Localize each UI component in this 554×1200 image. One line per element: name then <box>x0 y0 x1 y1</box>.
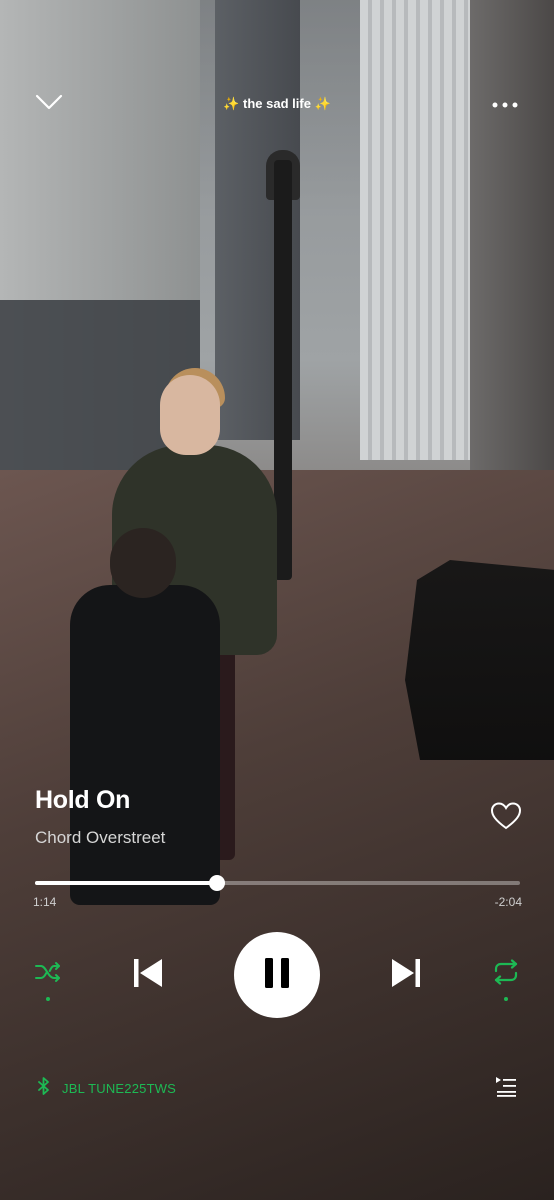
pause-button[interactable] <box>234 932 320 1018</box>
track-artist[interactable]: Chord Overstreet <box>35 828 165 848</box>
progress-fill <box>35 881 218 885</box>
repeat-icon <box>491 958 521 990</box>
track-title[interactable]: Hold On <box>35 786 130 815</box>
playlist-title[interactable]: ✨ the sad life ✨ <box>0 96 554 112</box>
device-name: JBL TUNE225TWS <box>62 1081 177 1096</box>
repeat-button[interactable] <box>491 958 521 990</box>
background-person <box>160 375 220 455</box>
like-heart-icon[interactable] <box>490 801 522 831</box>
background-building <box>360 0 480 460</box>
progress-bar[interactable] <box>35 875 520 891</box>
now-playing-screen: ✨ the sad life ✨ Hold On Chord Overstree… <box>0 0 554 1200</box>
repeat-active-dot <box>504 997 508 1001</box>
background-person <box>110 528 176 598</box>
next-track-button[interactable] <box>388 955 424 995</box>
skip-back-icon <box>131 956 165 995</box>
shuffle-active-dot <box>46 997 50 1001</box>
background-chairs <box>405 560 554 760</box>
bluetooth-icon <box>38 1077 50 1100</box>
shuffle-button[interactable] <box>34 960 62 988</box>
remaining-time: -2:04 <box>494 895 522 909</box>
previous-track-button[interactable] <box>130 955 166 995</box>
elapsed-time: 1:14 <box>33 895 57 909</box>
queue-list-icon[interactable] <box>495 1075 517 1097</box>
connected-device[interactable]: JBL TUNE225TWS <box>38 1077 176 1100</box>
shuffle-icon <box>34 960 62 989</box>
background-person <box>70 585 220 905</box>
more-options-icon[interactable] <box>492 98 518 110</box>
skip-forward-icon <box>389 956 423 995</box>
pause-icon <box>262 957 292 994</box>
